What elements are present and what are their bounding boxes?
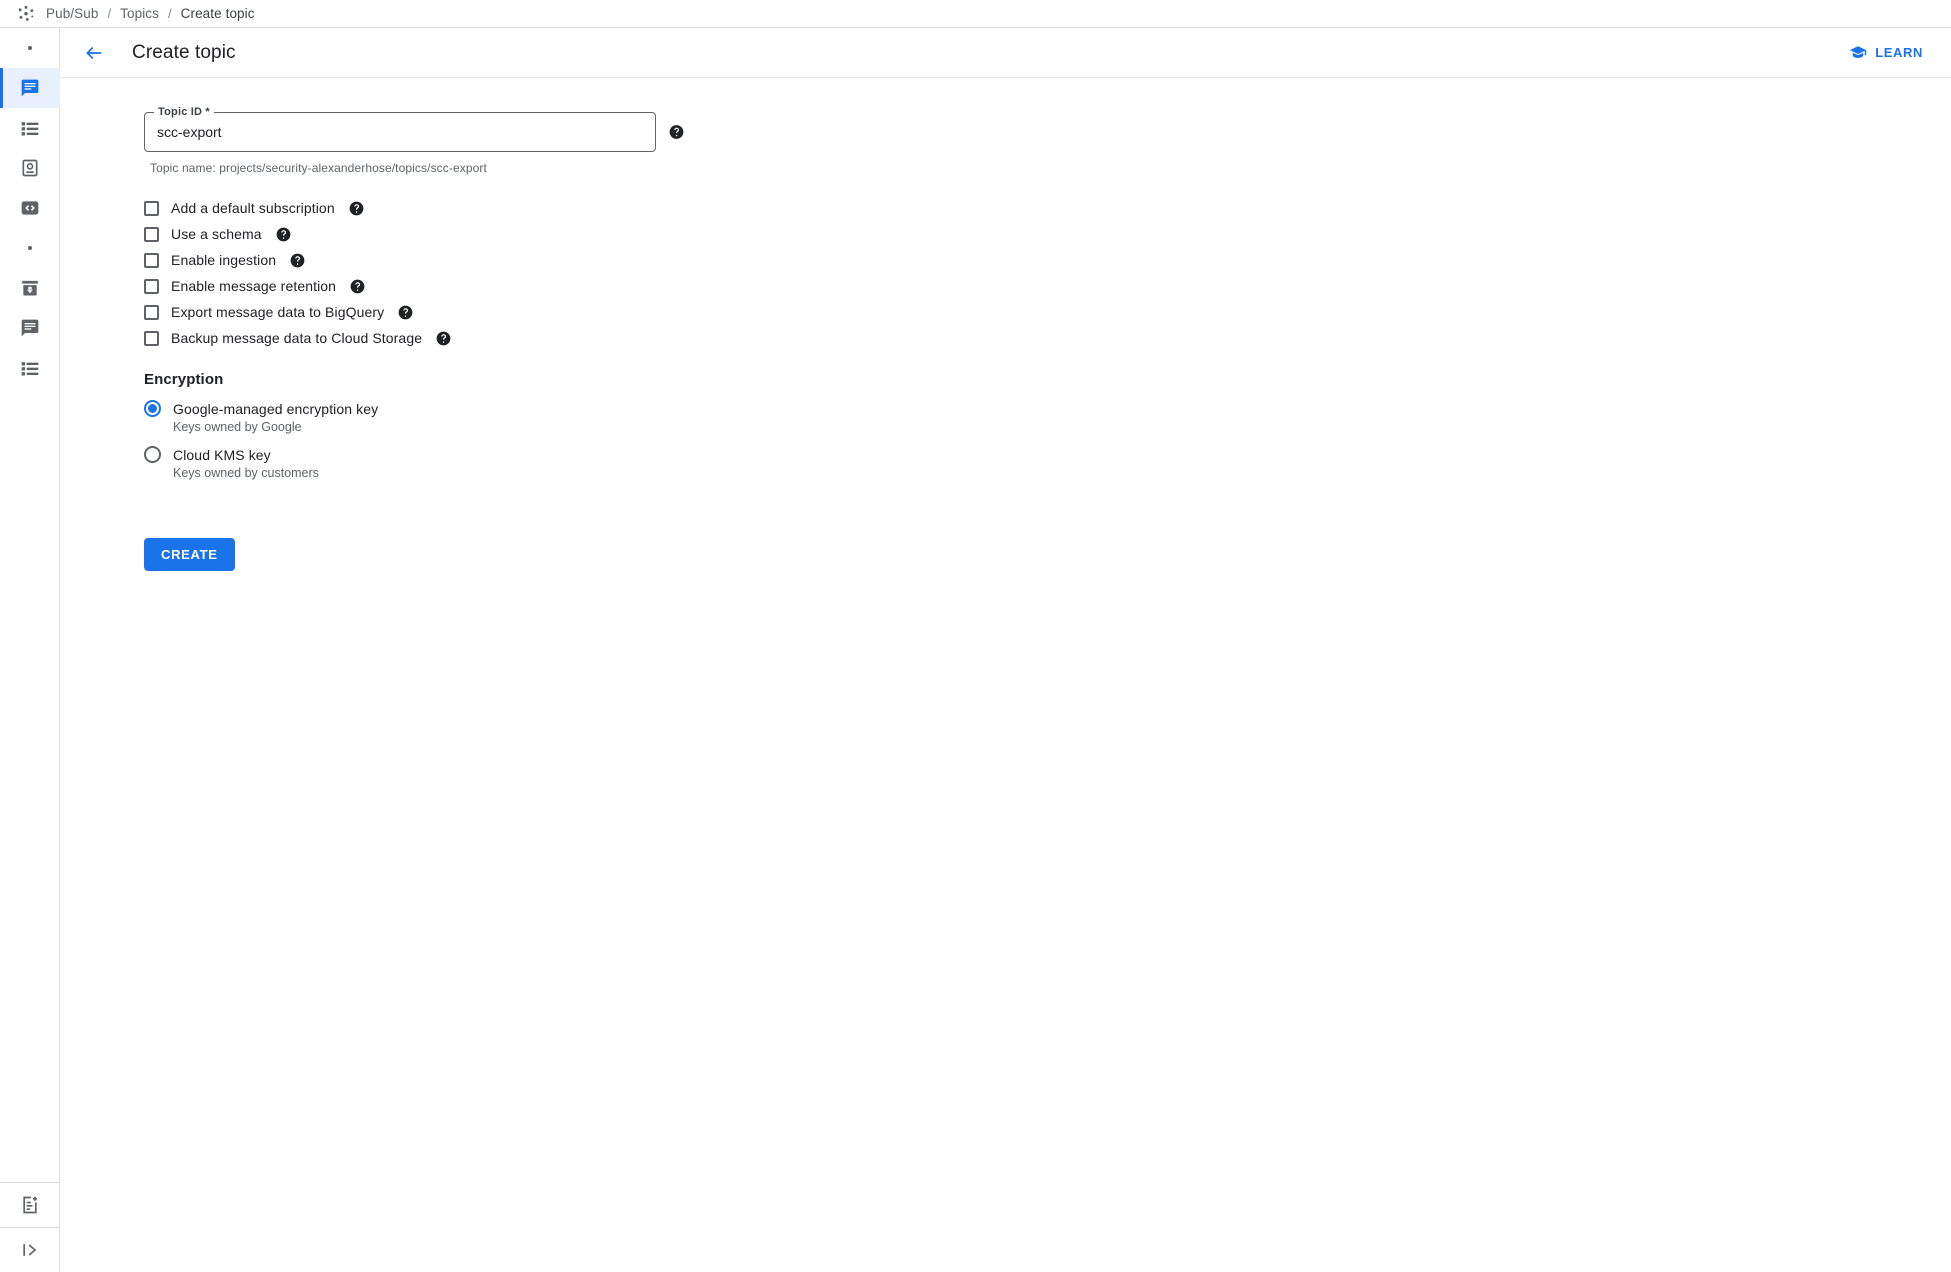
options-checkbox-list: Add a default subscription Use a schema xyxy=(144,195,1951,351)
snapshot-icon xyxy=(22,159,38,177)
arrow-back-icon xyxy=(86,46,102,59)
dot-icon xyxy=(28,46,32,50)
create-button[interactable]: CREATE xyxy=(144,538,235,571)
breadcrumb-item-pubsub[interactable]: Pub/Sub xyxy=(46,6,99,21)
learn-label: LEARN xyxy=(1875,45,1923,60)
radio-sublabel: Keys owned by Google xyxy=(173,420,302,434)
radio-inner-dot xyxy=(148,404,157,413)
checkbox-box[interactable] xyxy=(144,304,159,320)
radio-button[interactable] xyxy=(144,400,161,417)
checkbox-label: Enable ingestion xyxy=(171,252,277,268)
checkbox-use-a-schema[interactable]: Use a schema xyxy=(144,221,1951,247)
topic-id-field-wrap: Topic ID * xyxy=(144,106,684,152)
list-icon xyxy=(21,362,39,376)
page-title: Create topic xyxy=(132,41,236,63)
checkbox-label: Enable message retention xyxy=(171,278,337,294)
topic-id-label: Topic ID * xyxy=(154,106,214,118)
rail-bottom-group xyxy=(0,1182,60,1272)
archive-icon xyxy=(22,280,38,296)
topic-id-help-icon[interactable] xyxy=(669,125,684,140)
rail-item-lite-subscriptions[interactable] xyxy=(0,348,60,388)
checkbox-label: Add a default subscription xyxy=(171,200,335,216)
list-icon xyxy=(21,122,39,136)
rail-item-lite-reservations[interactable] xyxy=(0,268,60,308)
checkbox-label: Backup message data to Cloud Storage xyxy=(171,330,423,346)
topic-name-hint: Topic name: projects/security-alexanderh… xyxy=(150,161,487,175)
rail-item-subscriptions[interactable] xyxy=(0,108,60,148)
radio-button[interactable] xyxy=(144,446,161,463)
help-filled-icon[interactable] xyxy=(436,331,451,346)
checkbox-box[interactable] xyxy=(144,200,159,216)
learn-button[interactable]: LEARN xyxy=(1843,38,1929,68)
checkbox-label: Export message data to BigQuery xyxy=(171,304,385,320)
code-icon xyxy=(21,201,39,215)
rail-item-expand-panel[interactable] xyxy=(0,1228,60,1272)
create-topic-form: Topic ID * Topic name: projects/security… xyxy=(60,78,1951,571)
encryption-section-title: Encryption xyxy=(144,371,224,388)
message-icon xyxy=(21,319,39,337)
breadcrumb-item-create-topic: Create topic xyxy=(180,6,255,21)
dot-icon xyxy=(28,246,32,250)
help-filled-icon[interactable] xyxy=(276,227,291,242)
message-icon xyxy=(21,79,39,97)
checkbox-box[interactable] xyxy=(144,252,159,268)
graduation-cap-icon xyxy=(1849,45,1867,58)
checkbox-add-default-subscription[interactable]: Add a default subscription xyxy=(144,195,1951,221)
rail-item-topics[interactable] xyxy=(0,68,60,108)
rail-item-lite-topics[interactable] xyxy=(0,308,60,348)
radio-label: Google-managed encryption key xyxy=(173,400,379,417)
rail-item-snapshots[interactable] xyxy=(0,148,60,188)
topic-id-input[interactable] xyxy=(157,124,643,140)
rail-item-release-notes[interactable] xyxy=(0,1183,60,1227)
help-filled-icon[interactable] xyxy=(349,201,364,216)
back-button[interactable] xyxy=(78,37,110,69)
help-filled-icon[interactable] xyxy=(350,279,365,294)
rail-item-schemas[interactable] xyxy=(0,188,60,228)
help-filled-icon[interactable] xyxy=(290,253,305,268)
checkbox-backup-to-cloud-storage[interactable]: Backup message data to Cloud Storage xyxy=(144,325,1951,351)
main-content: Create topic LEARN Topic ID * scc-export… xyxy=(60,28,1951,1272)
create-topic-page: Pub/Sub / Topics / Create topic Create t… xyxy=(0,0,1951,1272)
breadcrumb-separator: / xyxy=(107,6,112,21)
checkbox-label: Use a schema xyxy=(171,226,262,242)
checkbox-box[interactable] xyxy=(144,278,159,294)
radio-label: Cloud KMS key xyxy=(173,446,271,463)
pubsub-cluster-icon xyxy=(18,5,34,21)
help-filled-icon[interactable] xyxy=(398,305,413,320)
checkbox-box[interactable] xyxy=(144,226,159,242)
radio-google-managed-key[interactable]: Google-managed encryption key Keys owned… xyxy=(144,400,1951,434)
checkbox-enable-ingestion[interactable]: Enable ingestion xyxy=(144,247,1951,273)
breadcrumb-separator: / xyxy=(168,6,172,21)
breadcrumb-item-topics[interactable]: Topics xyxy=(120,6,159,21)
expand-panel-icon xyxy=(23,1244,37,1256)
breadcrumb-bar: Pub/Sub / Topics / Create topic xyxy=(0,0,1951,28)
radio-cloud-kms-key[interactable]: Cloud KMS key Keys owned by customers xyxy=(144,446,1951,480)
checkbox-export-to-bigquery[interactable]: Export message data to BigQuery xyxy=(144,299,1951,325)
checkbox-box[interactable] xyxy=(144,330,159,346)
topic-id-field[interactable]: Topic ID * xyxy=(144,106,656,152)
encryption-radio-group: Google-managed encryption key Keys owned… xyxy=(144,400,1951,480)
checkbox-enable-message-retention[interactable]: Enable message retention xyxy=(144,273,1951,299)
rail-dot-middle[interactable] xyxy=(0,228,60,268)
page-header: Create topic LEARN xyxy=(60,28,1951,78)
note-add-icon xyxy=(23,1196,38,1214)
radio-sublabel: Keys owned by customers xyxy=(173,466,319,480)
left-nav-rail xyxy=(0,28,60,1272)
rail-dot-top[interactable] xyxy=(0,28,60,68)
